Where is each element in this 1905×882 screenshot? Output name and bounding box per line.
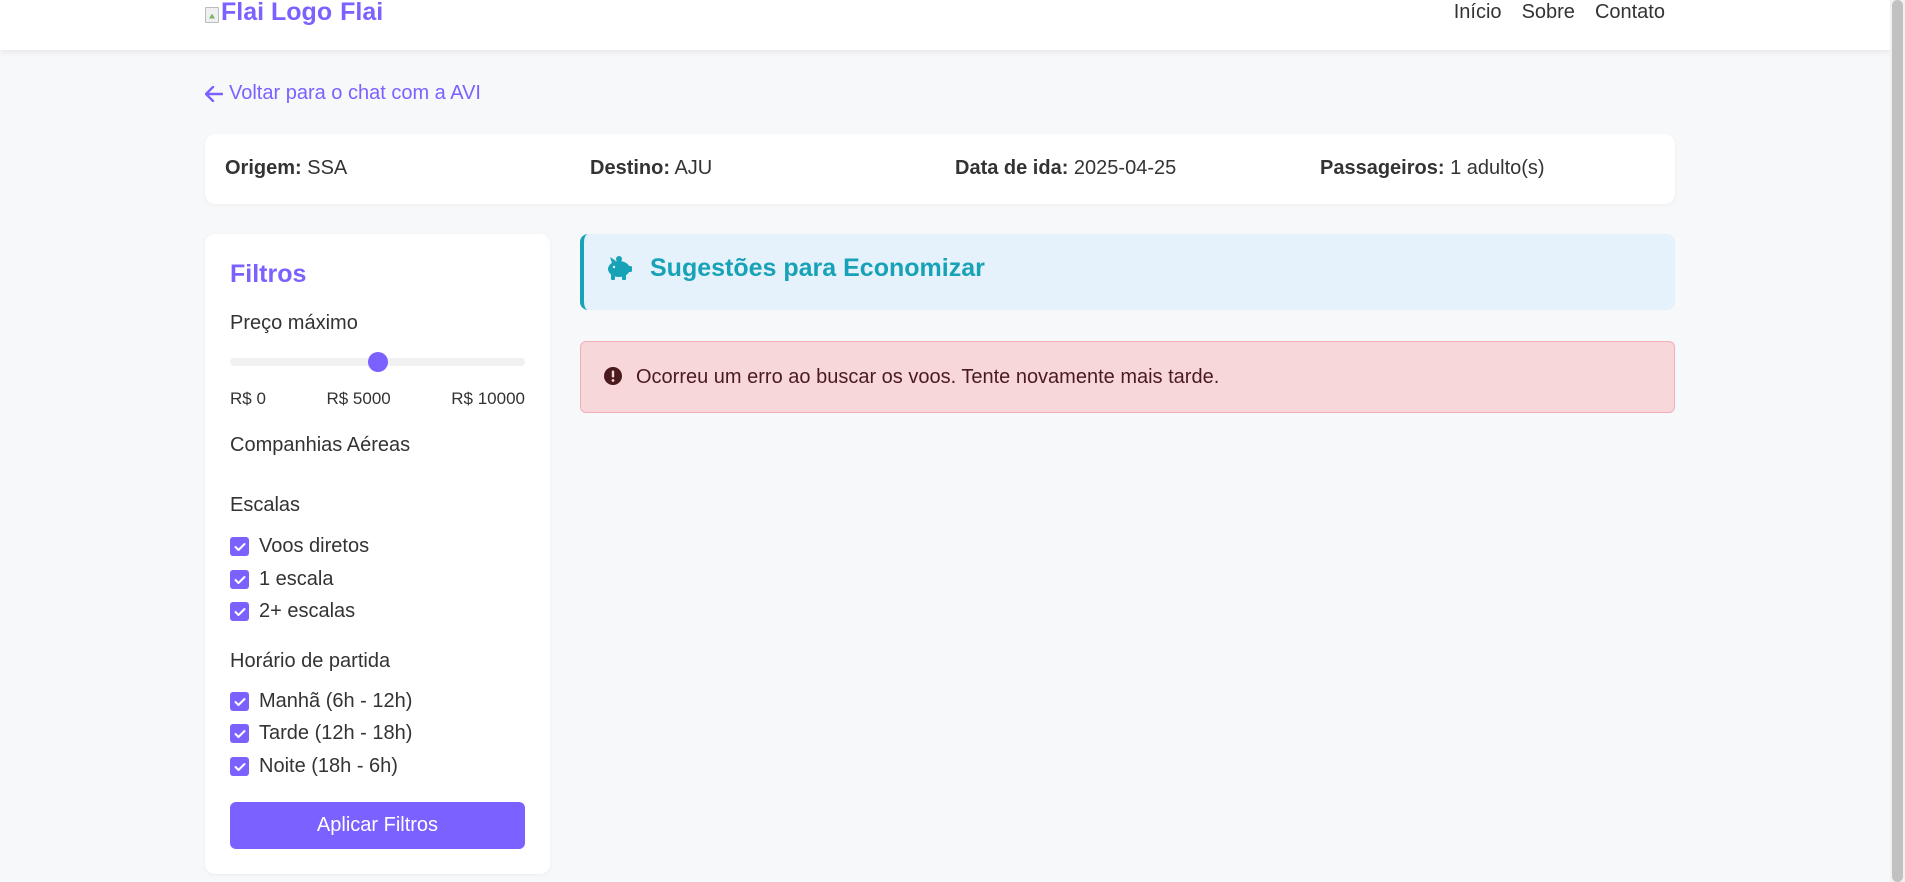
- logo-text: Flai: [340, 0, 384, 26]
- scrollbar[interactable]: [1890, 0, 1905, 882]
- nav-link-contato[interactable]: Contato: [1595, 1, 1665, 24]
- origin-value: SSA: [307, 157, 348, 179]
- checkbox-night[interactable]: Noite (18h - 6h): [230, 755, 398, 778]
- price-mid-label: R$ 5000: [326, 389, 391, 408]
- passengers-value: 1 adulto(s): [1450, 157, 1545, 179]
- nav-link-sobre[interactable]: Sobre: [1522, 1, 1575, 24]
- back-to-chat-link[interactable]: Voltar para o chat com a AVI: [205, 82, 481, 105]
- checkbox-label: Manhã (6h - 12h): [259, 690, 413, 712]
- suggestions-title: Sugestões para Economizar: [650, 254, 985, 282]
- checkbox-afternoon[interactable]: Tarde (12h - 18h): [230, 722, 412, 745]
- price-slider[interactable]: [230, 352, 525, 372]
- checkbox-checked-icon[interactable]: [230, 757, 249, 776]
- summary-date: Data de ida: 2025-04-25: [955, 157, 1176, 180]
- departure-time-label: Horário de partida: [230, 650, 391, 672]
- apply-filters-button[interactable]: Aplicar Filtros: [230, 802, 525, 849]
- checkbox-checked-icon[interactable]: [230, 570, 249, 589]
- checkbox-checked-icon[interactable]: [230, 724, 249, 743]
- filters-panel: Filtros Preço máximo R$ 0 R$ 5000 R$ 100…: [205, 234, 550, 874]
- passengers-label: Passageiros:: [1320, 157, 1445, 179]
- checkbox-label: Noite (18h - 6h): [259, 755, 398, 777]
- search-summary-card: Origem: SSA Destino: AJU Data de ida: 20…: [205, 134, 1675, 204]
- airlines-label: Companhias Aéreas: [230, 434, 411, 456]
- checkbox-checked-icon[interactable]: [230, 537, 249, 556]
- savings-suggestions-card: Sugestões para Economizar: [580, 234, 1675, 310]
- top-navbar: Flai Logo Flai Início Sobre Contato: [0, 0, 1890, 50]
- nav-link-inicio[interactable]: Início: [1454, 1, 1502, 24]
- destination-value: AJU: [674, 157, 713, 179]
- destination-label: Destino:: [590, 157, 670, 179]
- checkbox-direct-flights[interactable]: Voos diretos: [230, 535, 369, 558]
- checkbox-label: Tarde (12h - 18h): [259, 722, 413, 744]
- broken-image-icon: [205, 6, 219, 23]
- checkbox-checked-icon[interactable]: [230, 692, 249, 711]
- price-slider-thumb[interactable]: [367, 352, 388, 372]
- origin-label: Origem:: [225, 157, 302, 179]
- checkbox-one-stop[interactable]: 1 escala: [230, 568, 334, 591]
- checkbox-two-plus-stops[interactable]: 2+ escalas: [230, 600, 355, 623]
- piggy-bank-icon: [608, 256, 632, 280]
- checkbox-morning[interactable]: Manhã (6h - 12h): [230, 690, 412, 713]
- summary-destination: Destino: AJU: [590, 157, 712, 180]
- checkbox-label: 2+ escalas: [259, 600, 356, 622]
- summary-passengers: Passageiros: 1 adulto(s): [1320, 157, 1545, 180]
- scrollbar-thumb[interactable]: [1892, 0, 1903, 882]
- error-alert: Ocorreu um erro ao buscar os voos. Tente…: [580, 341, 1675, 413]
- back-link-label: Voltar para o chat com a AVI: [229, 82, 481, 104]
- date-label: Data de ida:: [955, 157, 1069, 179]
- main-nav: Início Sobre Contato: [1454, 1, 1665, 24]
- price-min-label: R$ 0: [230, 389, 266, 408]
- logo-alt-text: Flai Logo: [221, 0, 333, 26]
- filters-title: Filtros: [230, 260, 307, 288]
- price-max-label: R$ 10000: [451, 389, 525, 408]
- checkbox-checked-icon[interactable]: [230, 602, 249, 621]
- checkbox-label: Voos diretos: [259, 535, 370, 557]
- stops-label: Escalas: [230, 494, 301, 516]
- checkbox-label: 1 escala: [259, 568, 334, 590]
- arrow-left-icon: [205, 85, 223, 102]
- error-message: Ocorreu um erro ao buscar os voos. Tente…: [636, 366, 1220, 388]
- logo[interactable]: Flai Logo Flai: [205, 0, 383, 27]
- summary-origin: Origem: SSA: [225, 157, 347, 180]
- price-range-labels: R$ 0 R$ 5000 R$ 10000: [230, 389, 525, 409]
- max-price-label: Preço máximo: [230, 312, 358, 334]
- exclamation-circle-icon: [604, 367, 622, 385]
- date-value: 2025-04-25: [1073, 157, 1177, 179]
